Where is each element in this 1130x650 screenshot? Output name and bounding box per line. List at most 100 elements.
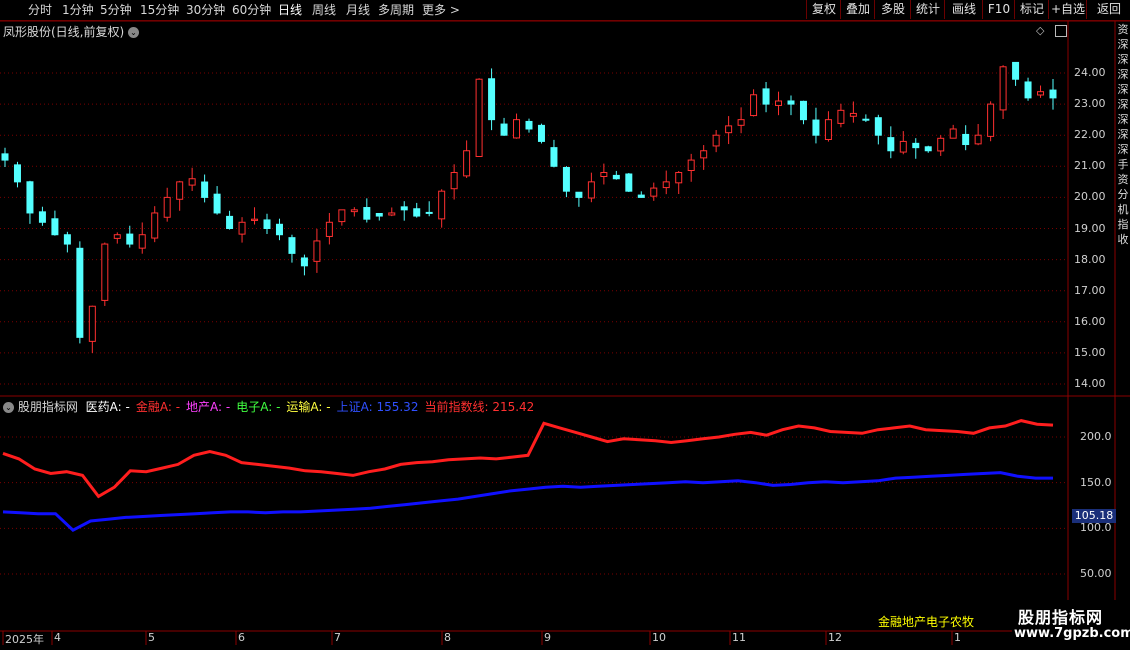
candle-body: [138, 234, 146, 249]
candle-body: [76, 247, 84, 338]
legend-item: 金融A: -: [135, 400, 181, 414]
candle-body: [88, 305, 96, 342]
legend-item: 电子A: -: [236, 400, 281, 414]
legend-item: 运输A: -: [286, 400, 331, 414]
candle-body: [463, 150, 471, 177]
main-y-tick: 19.00: [1074, 221, 1106, 235]
candle-body: [537, 124, 545, 142]
candle-body: [937, 137, 945, 152]
candle-body: [1, 153, 9, 161]
strip-char: 深: [1117, 143, 1129, 156]
sub-y-tick: 100.0: [1080, 521, 1112, 535]
candle-body: [600, 172, 608, 177]
legend-item: 医药A: -: [85, 400, 130, 414]
candle-body: [251, 218, 259, 221]
right-info-strip: 资深深深深深深深深手资分机指收: [1116, 22, 1130, 632]
candle-body: [263, 219, 271, 229]
candle-body: [525, 120, 533, 130]
candle-body: [750, 94, 758, 117]
candle-body: [725, 125, 733, 134]
candle-body: [625, 173, 633, 192]
strip-char: 资: [1117, 173, 1129, 186]
main-y-tick: 22.00: [1074, 128, 1106, 142]
main-y-tick: 24.00: [1074, 66, 1106, 79]
legend-item: 地产A: -: [186, 400, 231, 414]
watermark-title: 股朋指标网: [1018, 608, 1104, 627]
candle-body: [812, 119, 820, 136]
x-axis-label: 6: [238, 631, 245, 644]
candle-body: [188, 178, 196, 186]
candle-body: [862, 118, 870, 121]
x-axis-label: 1: [954, 631, 961, 644]
legend-item: 当前指数线: 215.42: [424, 400, 535, 414]
main-y-tick: 23.00: [1074, 97, 1106, 111]
x-axis-label: 8: [444, 631, 451, 644]
candle-body: [987, 103, 995, 137]
candle-body: [712, 134, 720, 147]
x-axis-label: 12: [828, 631, 842, 644]
candle-body: [350, 209, 358, 213]
candle-body: [413, 208, 421, 217]
x-axis-label: 2025年: [5, 633, 44, 646]
main-y-tick: 20.00: [1074, 190, 1106, 204]
strip-char: 深: [1117, 38, 1129, 51]
candle-body: [1037, 91, 1045, 96]
candle-body: [400, 206, 408, 211]
candle-body: [126, 233, 134, 245]
candle-body: [26, 181, 34, 214]
x-axis-label: 4: [54, 631, 61, 644]
indicator-line-当前指数线: [2, 419, 1054, 499]
candle-body: [1049, 89, 1057, 99]
strip-char: 手: [1117, 158, 1129, 171]
candle-body: [176, 181, 184, 200]
candle-body: [637, 194, 645, 198]
candle-body: [488, 78, 496, 121]
candle-body: [687, 159, 695, 172]
current-value-tag: 105.18: [1072, 509, 1116, 523]
chart-area: [0, 20, 1130, 650]
strip-char: 分: [1117, 188, 1129, 201]
sub-y-tick: 150.0: [1080, 475, 1112, 489]
candle-body: [999, 66, 1007, 111]
sub-chevron-icon[interactable]: ⌄: [3, 402, 14, 413]
candle-body: [363, 207, 371, 220]
x-axis-label: 9: [544, 631, 551, 644]
candle-body: [650, 187, 658, 197]
candle-body: [151, 212, 159, 239]
candle-body: [201, 181, 209, 198]
candle-body: [238, 221, 246, 235]
sub-panel-header: ⌄ 股朋指标网 医药A: - 金融A: - 地产A: - 电子A: - 运输A: - 上证…: [3, 398, 540, 415]
candle-body: [450, 172, 458, 190]
main-y-tick: 18.00: [1074, 252, 1106, 266]
x-axis-label: 7: [334, 631, 341, 644]
strip-char: 深: [1117, 113, 1129, 126]
candle-body: [962, 133, 970, 146]
candle-body: [1024, 81, 1032, 99]
candle-body: [51, 218, 59, 236]
x-axis-label: 11: [732, 631, 746, 644]
candle-body: [388, 212, 396, 216]
strip-char: 深: [1117, 98, 1129, 111]
strip-char: 收: [1117, 233, 1129, 246]
main-y-tick: 14.00: [1074, 377, 1106, 390]
candlestick-series: [1, 61, 1057, 354]
candle-body: [562, 167, 570, 192]
candle-body: [513, 119, 521, 139]
candle-body: [275, 223, 283, 236]
candle-body: [837, 109, 845, 124]
watermark-url: www.7gpzb.com: [1014, 626, 1130, 641]
candle-body: [38, 211, 46, 223]
candle-body: [163, 196, 171, 218]
candle-body: [550, 147, 558, 167]
candle-body: [13, 164, 21, 183]
x-axis-label: 10: [652, 631, 666, 644]
candle-body: [824, 119, 832, 141]
candle-body: [762, 88, 770, 105]
candle-body: [63, 234, 71, 245]
candle-body: [949, 128, 957, 139]
candle-body: [662, 181, 670, 189]
candle-body: [737, 119, 745, 126]
main-y-tick: 15.00: [1074, 345, 1106, 359]
candle-body: [700, 150, 708, 159]
candle-body: [924, 146, 932, 152]
